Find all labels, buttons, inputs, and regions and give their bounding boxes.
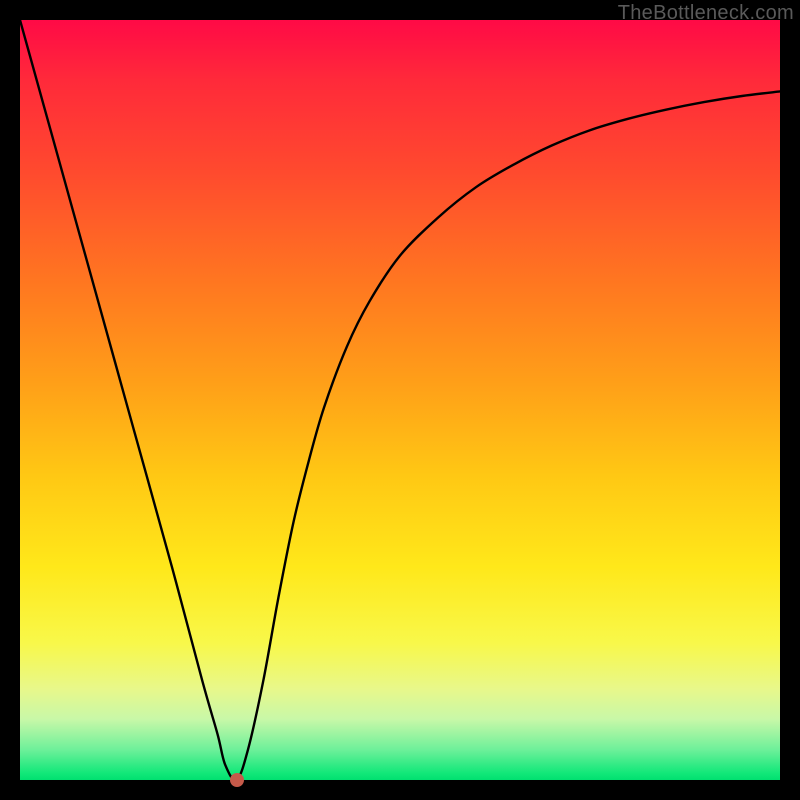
minimum-marker-dot [230, 773, 244, 787]
bottleneck-curve [20, 20, 780, 780]
plot-area [20, 20, 780, 780]
chart-frame: TheBottleneck.com [0, 0, 800, 800]
watermark-text: TheBottleneck.com [618, 2, 794, 25]
